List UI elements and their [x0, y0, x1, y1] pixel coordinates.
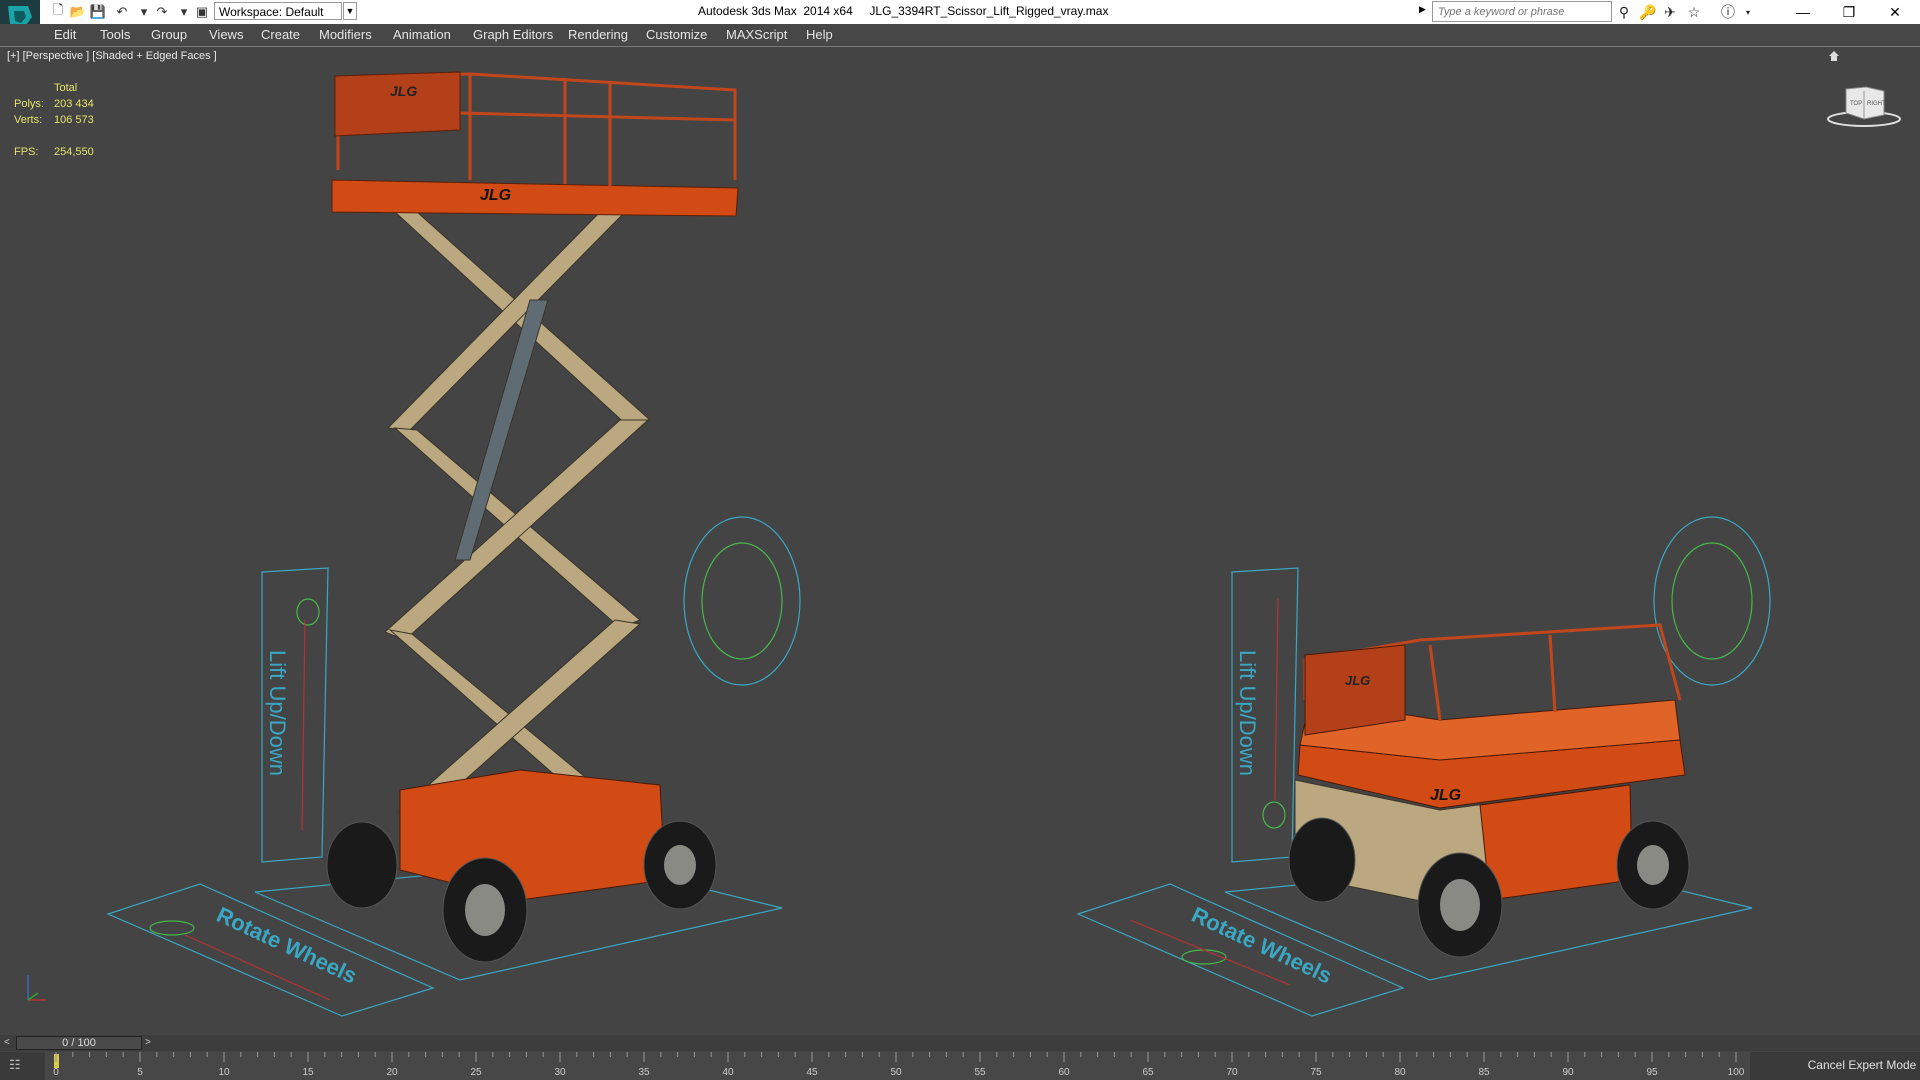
- track-bar-tick-label: 40: [722, 1067, 734, 1078]
- svg-text:JLG: JLG: [480, 187, 511, 204]
- svg-text:RIGHT: RIGHT: [1867, 101, 1886, 107]
- track-bar-tick-label: 60: [1058, 1067, 1070, 1078]
- track-bar-tick-label: 80: [1394, 1067, 1406, 1078]
- menu-modifiers[interactable]: Modifiers: [319, 27, 372, 42]
- track-bar-tick-label: 95: [1646, 1067, 1658, 1078]
- time-slider[interactable]: 0 / 100: [16, 1036, 142, 1050]
- redo-icon[interactable]: ↷: [152, 2, 172, 22]
- axis-gizmo: [27, 975, 46, 1001]
- scissor-arms-left: [384, 211, 651, 821]
- verts-value: 106 573: [54, 114, 94, 126]
- track-bar-tick-label: 70: [1226, 1067, 1238, 1078]
- menu-group[interactable]: Group: [151, 27, 187, 42]
- menu-edit[interactable]: Edit: [54, 27, 76, 42]
- track-bar-tick-label: 30: [554, 1067, 566, 1078]
- favorites-star-icon[interactable]: ☆: [1684, 2, 1704, 22]
- svg-text:JLG: JLG: [1345, 673, 1370, 688]
- track-bar-tick-label: 90: [1562, 1067, 1574, 1078]
- help-icon[interactable]: ⓘ: [1718, 2, 1738, 22]
- cancel-expert-mode-button[interactable]: Cancel Expert Mode: [1804, 1052, 1920, 1080]
- track-bar-tick-label: 100: [1727, 1067, 1745, 1078]
- fps-value: 254,550: [54, 146, 94, 158]
- binoculars-icon[interactable]: ⚲: [1614, 2, 1634, 22]
- new-file-icon[interactable]: 🗋: [48, 2, 68, 22]
- menu-help[interactable]: Help: [806, 27, 833, 42]
- menu-views[interactable]: Views: [209, 27, 243, 42]
- chevron-down-icon[interactable]: ▼: [343, 2, 357, 20]
- polys-value: 203 434: [54, 98, 94, 110]
- minimize-button[interactable]: —: [1780, 0, 1826, 24]
- circle-helper-right: [1653, 516, 1771, 686]
- rotate-wheels-text-right: Rotate Wheels: [1188, 902, 1336, 989]
- menu-graph-editors[interactable]: Graph Editors: [473, 27, 553, 42]
- time-slider-bar: [0, 1035, 1920, 1051]
- close-button[interactable]: ✕: [1872, 0, 1918, 24]
- menu-create[interactable]: Create: [261, 27, 300, 42]
- menu-customize[interactable]: Customize: [646, 27, 707, 42]
- home-icon[interactable]: [1828, 50, 1840, 65]
- track-bar-tick-label: 85: [1478, 1067, 1490, 1078]
- menu-maxscript[interactable]: MAXScript: [726, 27, 787, 42]
- chassis-right: [1288, 779, 1690, 958]
- search-input[interactable]: [1433, 2, 1630, 22]
- time-slider-prev-button[interactable]: <: [4, 1037, 10, 1048]
- track-bar-tick-label: 65: [1142, 1067, 1154, 1078]
- track-bar-tick-label: 75: [1310, 1067, 1322, 1078]
- help-dropdown-icon[interactable]: ▾: [1738, 2, 1758, 22]
- window-title: Autodesk 3ds Max 2014 x64 JLG_3394RT_Sci…: [698, 4, 1109, 18]
- menu-bar: Edit Tools Group Views Create Modifiers …: [0, 24, 1920, 47]
- restore-button[interactable]: ❐: [1826, 0, 1872, 24]
- track-bar-tick-label: 25: [470, 1067, 482, 1078]
- track-bar-tick-label: 55: [974, 1067, 986, 1078]
- mini-curve-editor-icon[interactable]: ☷: [9, 1057, 31, 1077]
- track-bar-tick-label: 15: [302, 1067, 314, 1078]
- platform-left: JLG JLG: [331, 71, 739, 217]
- undo-icon[interactable]: ↶: [112, 2, 132, 22]
- search-box[interactable]: [1432, 1, 1630, 22]
- redo-dropdown-icon[interactable]: ▾: [174, 2, 194, 22]
- viewport-label[interactable]: [+] [Perspective ] [Shaded + Edged Faces…: [7, 50, 217, 62]
- svg-text:JLG: JLG: [1430, 787, 1461, 804]
- save-file-icon[interactable]: 💾: [88, 2, 108, 22]
- track-bar-tick-label: 0: [53, 1067, 59, 1078]
- track-bar-tick-label: 5: [137, 1067, 143, 1078]
- svg-text:TOP: TOP: [1850, 101, 1862, 107]
- menu-tools[interactable]: Tools: [100, 27, 130, 42]
- verts-label: Verts:: [14, 114, 43, 126]
- perspective-viewport[interactable]: Rotate Wheels Lift Up/Down JLG JLG Rotat…: [0, 47, 1920, 1034]
- stats-header: Total: [54, 82, 78, 94]
- polys-label: Polys:: [14, 98, 44, 110]
- platform-right: JLG JLG: [1297, 623, 1686, 809]
- menu-animation[interactable]: Animation: [393, 27, 451, 42]
- track-bar-tick-label: 50: [890, 1067, 902, 1078]
- time-slider-next-button[interactable]: >: [145, 1037, 151, 1048]
- circle-helper-left: [683, 516, 801, 686]
- track-bar-tick-label: 20: [386, 1067, 398, 1078]
- title-bar: 🗋 📂 💾 ↶ ▾ ↷ ▾ ▣ Workspace: Default ▼ Aut…: [0, 0, 1920, 34]
- project-folder-icon[interactable]: ▣: [192, 2, 212, 22]
- workspace-selector[interactable]: Workspace: Default: [214, 2, 342, 20]
- svg-text:JLG: JLG: [390, 83, 417, 99]
- fps-label: FPS:: [14, 146, 39, 158]
- menu-rendering[interactable]: Rendering: [568, 27, 628, 42]
- chassis-left: [326, 769, 717, 963]
- viewport-scene: Rotate Wheels Lift Up/Down JLG JLG Rotat…: [27, 71, 1771, 1017]
- viewcube-icon[interactable]: TOP RIGHT: [1826, 83, 1902, 130]
- lift-text-right: Lift Up/Down: [1235, 650, 1260, 776]
- statistics-overlay: Total Polys: 203 434 Verts: 106 573 FPS: 25…: [14, 80, 94, 160]
- search-expand-icon[interactable]: ▶: [1419, 4, 1428, 15]
- open-file-icon[interactable]: 📂: [68, 2, 88, 22]
- track-bar-tick-label: 35: [638, 1067, 650, 1078]
- track-bar-tick-label: 10: [218, 1067, 230, 1078]
- lift-text-left: Lift Up/Down: [265, 650, 290, 776]
- undo-dropdown-icon[interactable]: ▾: [134, 2, 154, 22]
- track-bar-tick-label: 45: [806, 1067, 818, 1078]
- communication-center-icon[interactable]: ✈: [1660, 2, 1680, 22]
- subscription-icon[interactable]: 🔑: [1638, 2, 1658, 22]
